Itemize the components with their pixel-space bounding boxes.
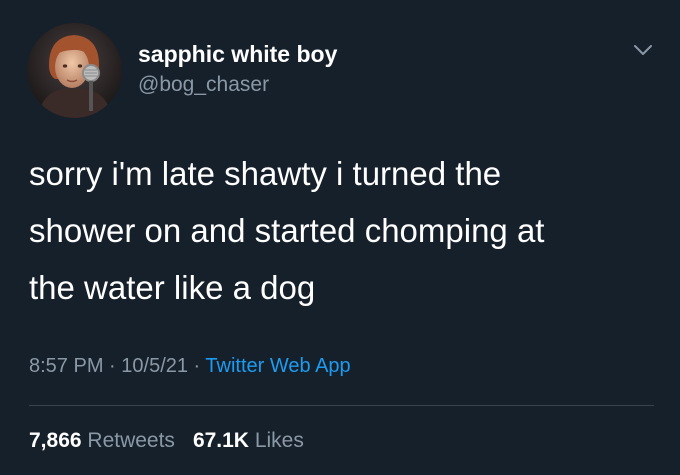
tweet-date[interactable]: 10/5/21 — [121, 355, 188, 377]
meta-separator: · — [188, 355, 206, 377]
divider — [29, 405, 654, 406]
retweets-stat[interactable]: 7,866 Retweets — [29, 429, 175, 452]
user-handle[interactable]: @bog_chaser — [138, 72, 269, 98]
avatar-image — [27, 23, 122, 118]
likes-stat[interactable]: 67.1K Likes — [193, 429, 304, 452]
likes-label: Likes — [248, 429, 304, 452]
likes-count: 67.1K — [192, 429, 249, 452]
chevron-down-icon[interactable] — [631, 38, 655, 62]
tweet-text-line: sorry i'm late shawty i turned the — [29, 155, 502, 192]
retweets-label: Retweets — [81, 429, 175, 452]
tweet-stats: 7,866 Retweets 67.1K Likes — [29, 428, 304, 454]
display-name[interactable]: sapphic white boy — [138, 40, 337, 68]
tweet-time[interactable]: 8:57 PM — [29, 355, 103, 377]
tweet-card: sapphic white boy @bog_chaser sorry i'm … — [0, 0, 680, 475]
tweet-source-link[interactable]: Twitter Web App — [205, 355, 350, 377]
tweet-text-line: shower on and started chomping at — [29, 212, 545, 249]
avatar[interactable] — [27, 23, 122, 118]
tweet-text-line: the water like a dog — [29, 269, 316, 306]
tweet-meta: 8:57 PM · 10/5/21 · Twitter Web App — [29, 353, 351, 379]
retweets-count: 7,866 — [29, 429, 82, 452]
meta-separator: · — [103, 355, 122, 377]
tweet-text: sorry i'm late shawty i turned the shower… — [29, 145, 654, 316]
